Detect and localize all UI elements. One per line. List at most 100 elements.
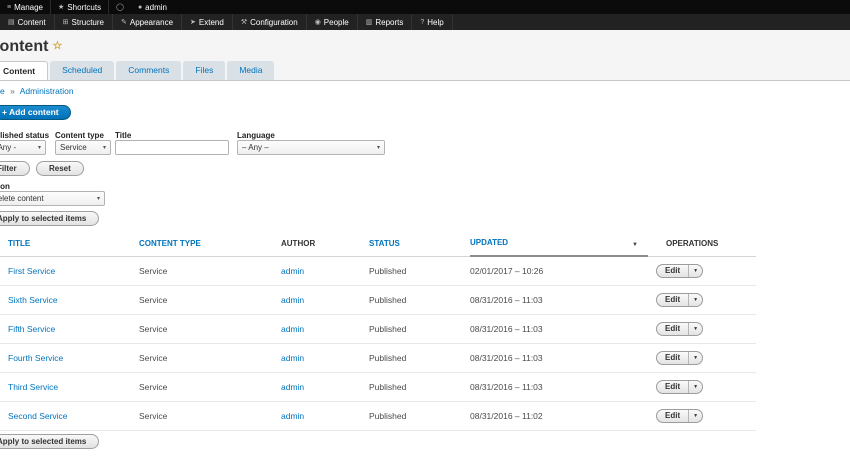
operations-toggle-icon[interactable]: ▼ — [689, 410, 702, 422]
admin-menu-label: Appearance — [129, 17, 174, 27]
action-value: Delete content — [0, 194, 44, 203]
star-icon: ★ — [58, 3, 65, 11]
edit-button[interactable]: Edit — [657, 409, 690, 422]
content-type-select[interactable]: Service ▾ — [55, 140, 111, 155]
author-link[interactable]: admin — [281, 266, 304, 276]
content-type-cell: Service — [139, 285, 281, 315]
admin-menu-configuration[interactable]: ⚒ Configuration — [233, 14, 307, 30]
user-icon: ● — [137, 3, 143, 11]
edit-button[interactable]: Edit — [657, 264, 690, 277]
admin-menu-structure[interactable]: ⊞ Structure — [55, 14, 113, 30]
tab-comments[interactable]: Comments — [116, 61, 182, 80]
operations-toggle-icon[interactable]: ▼ — [689, 352, 702, 364]
node-title-link[interactable]: Sixth Service — [8, 295, 58, 305]
drupal-content-admin-page: ≡ Manage ★ Shortcuts ◯ ● admin ▤ Content… — [0, 0, 850, 460]
tab-files[interactable]: Files — [183, 61, 226, 80]
breadcrumb-administration-link[interactable]: Administration — [20, 86, 74, 96]
node-title-link[interactable]: Third Service — [8, 382, 58, 392]
operations-dropbutton: Edit ▼ — [656, 321, 704, 336]
author-link[interactable]: admin — [281, 353, 304, 363]
admin-menu-extend[interactable]: ➤ Extend — [182, 14, 233, 30]
column-header-status[interactable]: STATUS — [369, 231, 470, 257]
operations-toggle-icon[interactable]: ▼ — [689, 265, 702, 277]
user-menu-item[interactable]: ● admin — [131, 0, 174, 14]
page-header: Content☆ Content Scheduled Comments File… — [0, 30, 850, 81]
admin-toolbar-menu: ▤ Content ⊞ Structure ✎ Appearance ➤ Ext… — [0, 14, 850, 30]
chevron-down-icon: ▾ — [102, 145, 106, 151]
tab-media[interactable]: Media — [227, 61, 275, 80]
table-row: Third Service Service admin Published 08… — [0, 372, 756, 402]
extend-icon: ➤ — [190, 18, 196, 26]
column-header-updated[interactable]: UPDATED ▼ — [470, 231, 648, 257]
node-title-link[interactable]: Second Service — [8, 411, 68, 421]
table-row: Second Service Service admin Published 0… — [0, 401, 756, 431]
operations-toggle-icon[interactable]: ▼ — [689, 294, 702, 306]
table-row: Fifth Service Service admin Published 08… — [0, 314, 756, 344]
filter-button[interactable]: Filter — [0, 161, 30, 176]
operations-toggle-icon[interactable]: ▼ — [689, 381, 702, 393]
wrench-icon: ⚒ — [240, 18, 248, 26]
add-content-button[interactable]: + Add content — [0, 105, 71, 120]
author-link[interactable]: admin — [281, 295, 304, 305]
admin-menu-content[interactable]: ▤ Content — [0, 14, 55, 30]
status-cell: Published — [369, 256, 470, 286]
sort-desc-icon: ▼ — [632, 242, 638, 248]
admin-menu-label: Structure — [71, 17, 104, 27]
status-cell: Published — [369, 343, 470, 373]
reset-button[interactable]: Reset — [36, 161, 84, 176]
content-type-cell: Service — [139, 256, 281, 286]
title-input[interactable] — [115, 140, 229, 155]
tab-content[interactable]: Content — [0, 61, 49, 80]
table-row: Sixth Service Service admin Published 08… — [0, 285, 756, 315]
content-type-cell: Service — [139, 343, 281, 373]
action-select[interactable]: Delete content ▾ — [0, 191, 105, 206]
apply-to-selected-button-top[interactable]: Apply to selected items — [0, 211, 100, 226]
author-link[interactable]: admin — [281, 324, 304, 334]
shortcuts-label: Shortcuts — [67, 2, 102, 12]
author-link[interactable]: admin — [281, 411, 304, 421]
column-header-content-type[interactable]: CONTENT TYPE — [139, 231, 281, 257]
admin-menu-people[interactable]: ◉ People — [307, 14, 358, 30]
breadcrumb-home-link[interactable]: Home — [0, 86, 5, 96]
bookmark-star-icon[interactable]: ☆ — [52, 40, 62, 52]
tab-scheduled[interactable]: Scheduled — [50, 61, 115, 80]
node-title-link[interactable]: Fourth Service — [8, 353, 63, 363]
admin-menu-help[interactable]: ? Help — [412, 14, 453, 30]
operations-dropbutton: Edit ▼ — [656, 379, 704, 394]
node-title-link[interactable]: First Service — [8, 266, 55, 276]
edit-button[interactable]: Edit — [657, 293, 690, 306]
manage-menu-item[interactable]: ≡ Manage — [0, 0, 52, 14]
updated-cell: 08/31/2016 – 11:03 — [470, 314, 648, 344]
published-status-select[interactable]: - Any - ▾ — [0, 140, 46, 155]
shortcuts-menu-item[interactable]: ★ Shortcuts — [51, 0, 110, 14]
updated-cell: 02/01/2017 – 10:26 — [470, 256, 648, 286]
language-select[interactable]: – Any – ▾ — [237, 140, 385, 155]
admin-toolbar-top: ≡ Manage ★ Shortcuts ◯ ● admin — [0, 0, 850, 14]
admin-menu-reports[interactable]: ▥ Reports — [358, 14, 413, 30]
updated-cell: 08/31/2016 – 11:03 — [470, 285, 648, 315]
appearance-icon: ✎ — [121, 18, 127, 26]
status-cell: Published — [369, 372, 470, 402]
admin-menu-label: Content — [17, 17, 46, 27]
column-header-operations: OPERATIONS — [648, 231, 756, 257]
column-header-title[interactable]: TITLE — [0, 231, 139, 257]
admin-menu-label: Help — [427, 17, 444, 27]
edit-button[interactable]: Edit — [657, 380, 690, 393]
apply-to-selected-button-bottom[interactable]: Apply to selected items — [0, 434, 100, 449]
operations-toggle-icon[interactable]: ▼ — [689, 323, 702, 335]
admin-menu-label: People — [323, 17, 349, 27]
author-link[interactable]: admin — [281, 382, 304, 392]
page-title-text: Content — [0, 38, 49, 55]
people-icon: ◉ — [314, 18, 321, 26]
edit-button[interactable]: Edit — [657, 351, 690, 364]
title-label: Title — [115, 131, 132, 140]
admin-menu-label: Extend — [198, 17, 224, 27]
reports-icon: ▥ — [365, 18, 373, 26]
table-header-row: TITLE CONTENT TYPE AUTHOR STATUS UPDATED… — [0, 231, 756, 257]
edit-button[interactable]: Edit — [657, 322, 690, 335]
admin-menu-appearance[interactable]: ✎ Appearance — [113, 14, 183, 30]
operations-dropbutton: Edit ▼ — [656, 408, 704, 423]
node-title-link[interactable]: Fifth Service — [8, 324, 55, 334]
announcement-item[interactable]: ◯ — [109, 0, 131, 14]
chevron-down-icon: ▾ — [37, 145, 41, 151]
